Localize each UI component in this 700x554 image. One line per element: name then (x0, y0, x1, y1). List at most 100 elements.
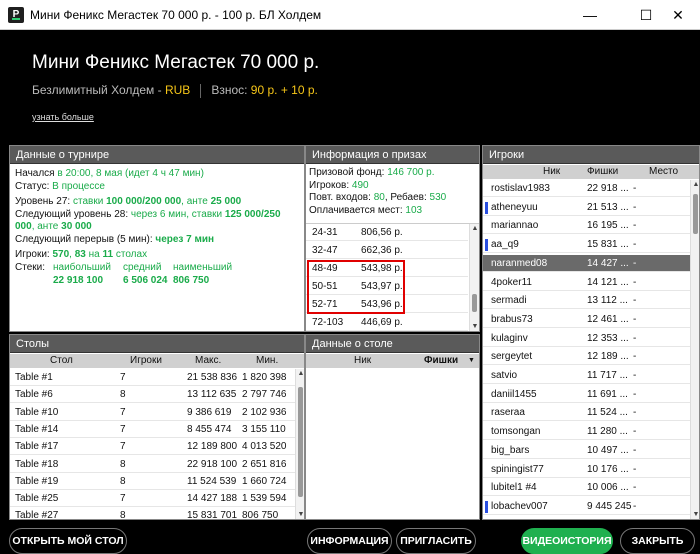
prize-row: 72-103 446,69 р. (306, 314, 468, 331)
player-chips: 11 524 ... (587, 407, 628, 419)
smallest-label: наименьший (173, 261, 233, 273)
player-place: - (633, 517, 636, 519)
scroll-up-icon[interactable]: ▲ (296, 369, 304, 379)
player-row[interactable]: daniil1455 11 691 ... - (483, 386, 690, 403)
scroll-up-icon[interactable]: ▲ (470, 224, 479, 234)
player-row[interactable]: sermadi 13 112 ... - (483, 292, 690, 310)
table-max: 9 386 619 (187, 406, 232, 418)
player-row[interactable]: satvio 11 717 ... - (483, 367, 690, 384)
table-row[interactable]: Table #25 7 14 427 188 1 539 594 (10, 490, 295, 508)
next-level-time: через 6 мин (130, 208, 187, 220)
table-players: 7 (120, 406, 126, 418)
player-row[interactable]: big_bars 10 497 ... - (483, 442, 690, 459)
player-marker (485, 500, 488, 513)
invite-button[interactable]: ПРИГЛАСИТЬ (396, 528, 476, 554)
col-nick[interactable]: Ник (354, 354, 371, 368)
started-value: в 20:00, 8 мая (идет 4 ч 47 мин) (57, 168, 204, 179)
table-players: 8 (120, 389, 126, 401)
player-chips: 11 717 ... (587, 370, 628, 381)
break-label: Следующий перерыв (5 мин): (15, 233, 156, 245)
tables-scrollbar[interactable]: ▲ ▼ (295, 369, 304, 519)
player-row[interactable]: raserаa 11 524 ... - (483, 404, 690, 422)
col-players[interactable]: Игроки (130, 354, 162, 368)
col-place[interactable]: Место (649, 165, 678, 179)
table-table: Table #1 (15, 372, 53, 383)
col-table[interactable]: Стол (50, 354, 73, 368)
prize-place: 72-103 (312, 317, 344, 328)
information-button[interactable]: ИНФОРМАЦИЯ (307, 528, 392, 554)
close-window-icon[interactable]: ✕ (656, 0, 700, 30)
level-blinds: 100 000/200 000 (106, 196, 182, 207)
player-place: - (633, 295, 637, 307)
player-nick: brabus73 (491, 313, 533, 325)
player-place: - (633, 482, 637, 494)
learn-more-link[interactable]: узнать больше (32, 112, 94, 122)
scroll-thumb[interactable] (693, 194, 698, 234)
table-row[interactable]: Table #19 8 11 524 539 1 660 724 (10, 473, 295, 490)
players-scrollbar[interactable]: ▲ ▼ (690, 180, 699, 519)
player-chips: 13 112 ... (587, 295, 628, 307)
player-place: - (633, 313, 637, 325)
table-row[interactable]: Table #10 7 9 386 619 2 102 936 (10, 404, 295, 421)
scroll-down-icon[interactable]: ▼ (296, 510, 304, 519)
players-count: 570 (52, 249, 70, 260)
player-row[interactable]: naranmed08 14 427 ... - (483, 254, 690, 272)
player-row[interactable]: timur25rus 9 436 ... - (483, 517, 690, 519)
player-nick: aa_q9 (491, 239, 519, 251)
player-row[interactable]: sergeytet 12 189 ... - (483, 348, 690, 366)
player-chips: 15 831 ... (587, 239, 629, 251)
col-min[interactable]: Мин. (256, 354, 278, 368)
tournament-info-header: Данные о турнире (10, 146, 304, 164)
player-chips: 12 353 ... (587, 332, 629, 344)
scroll-thumb[interactable] (298, 387, 303, 497)
player-chips: 11 691 ... (587, 388, 628, 400)
table-row[interactable]: Table #1 7 21 538 836 1 820 398 (10, 369, 295, 386)
player-place: - (633, 276, 637, 288)
col-nick[interactable]: Ник (543, 165, 560, 179)
scroll-down-icon[interactable]: ▼ (470, 322, 479, 331)
player-row[interactable]: lobachev007 9 445 245- (483, 498, 690, 515)
player-row[interactable]: 4poker11 14 121 ... - (483, 274, 690, 291)
open-my-table-button[interactable]: ОТКРЫТЬ МОЙ СТОЛ (9, 528, 127, 554)
player-row[interactable]: brabus73 12 461 ... - (483, 311, 690, 328)
prize-scrollbar[interactable]: ▲ ▼ (469, 224, 479, 331)
table-row[interactable]: Table #18 8 22 918 100 2 651 816 (10, 456, 295, 473)
player-row[interactable]: mariannao 16 195 ... - (483, 217, 690, 235)
players-tables-suffix: столах (113, 249, 148, 260)
scroll-down-icon[interactable]: ▼ (691, 510, 699, 519)
prize-place: 32-47 (312, 245, 338, 256)
prize-row: 32-47 662,36 р. (306, 242, 468, 259)
smallest-stack: 806 750 (173, 274, 210, 286)
table-row[interactable]: Table #17 7 12 189 800 4 013 520 (10, 438, 295, 456)
player-row[interactable]: tomsongan 11 280 ... - (483, 423, 690, 441)
status-label: Статус: (15, 180, 53, 192)
tables-list: Table #1 7 21 538 836 1 820 398 Table #6 8 13 … (10, 369, 304, 520)
player-nick: lobachev007 (491, 500, 548, 512)
col-chips[interactable]: Фишки (424, 354, 458, 368)
prize-pool-value: 146 700 р. (387, 167, 435, 178)
table-table: Table #10 (15, 406, 59, 418)
player-row[interactable]: atheneyuu 21 513 ... - (483, 199, 690, 216)
table-row[interactable]: Table #27 8 15 831 701 806 750 (10, 507, 295, 520)
video-history-button[interactable]: ВИДЕОИСТОРИЯ (521, 528, 613, 554)
players-active: 83 (74, 249, 86, 260)
player-nick: sergeytet (491, 351, 533, 363)
scroll-thumb[interactable] (472, 294, 477, 312)
scroll-up-icon[interactable]: ▲ (691, 180, 699, 190)
col-max[interactable]: Макс. (195, 354, 221, 368)
table-min: 2 797 746 (242, 389, 287, 401)
col-chips[interactable]: Фишки (587, 165, 618, 179)
highlight-box (307, 260, 405, 314)
table-row[interactable]: Table #6 8 13 112 635 2 797 746 (10, 386, 295, 404)
close-button[interactable]: ЗАКРЫТЬ (620, 528, 695, 554)
sort-desc-icon[interactable]: ▼ (468, 354, 475, 368)
table-table: Table #27 (15, 510, 59, 520)
table-max: 14 427 188 (187, 493, 238, 505)
minimize-icon[interactable]: — (568, 0, 612, 30)
player-row[interactable]: spiningist77 10 176 ... - (483, 461, 690, 478)
player-row[interactable]: aa_q9 15 831 ... - (483, 236, 690, 254)
table-row[interactable]: Table #14 7 8 455 474 3 155 110 (10, 421, 295, 438)
player-row[interactable]: kulaginv 12 353 ... - (483, 330, 690, 347)
player-row[interactable]: rostislav1983 22 918 ... - (483, 180, 690, 197)
player-row[interactable]: lubitel1 #4 10 006 ... - (483, 479, 690, 497)
